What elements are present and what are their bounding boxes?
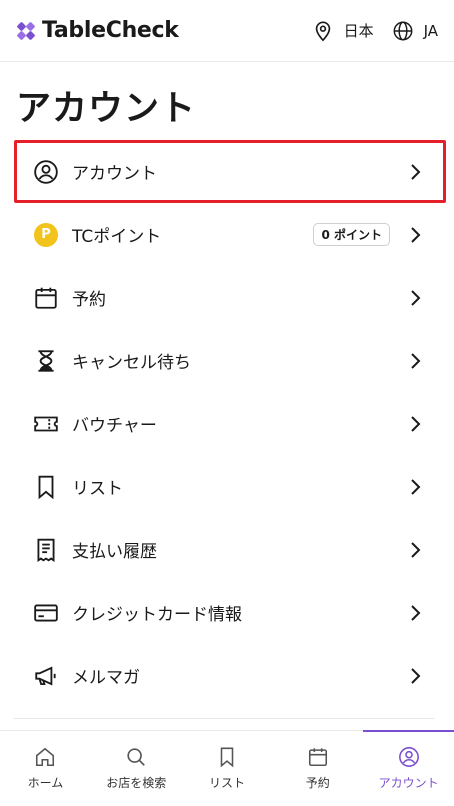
- menu-item-label: バウチャー: [72, 416, 157, 436]
- brand-name: TableCheck: [42, 18, 179, 43]
- menu-item-label: アカウント: [72, 164, 157, 184]
- menu-item-label: 予約: [72, 290, 106, 310]
- menu-item-vouchers[interactable]: バウチャー: [14, 392, 446, 455]
- menu-divider: [14, 718, 434, 719]
- brand-logo[interactable]: TableCheck: [16, 18, 179, 43]
- search-icon: [127, 748, 146, 766]
- bookmark-icon: [220, 747, 234, 768]
- language-selector[interactable]: JA: [392, 20, 438, 42]
- menu-item-tc-points[interactable]: P TCポイント 0 ポイント: [14, 203, 446, 266]
- menu-item-newsletter[interactable]: メルマガ: [14, 644, 446, 707]
- ticket-icon: [32, 410, 60, 438]
- menu-item-credit-card[interactable]: クレジットカード情報: [14, 581, 446, 644]
- hourglass-icon: [32, 347, 60, 375]
- menu-item-waitlist[interactable]: キャンセル待ち: [14, 329, 446, 392]
- points-coin-icon: P: [32, 221, 60, 249]
- menu-item-label: メルマガ: [72, 668, 140, 688]
- coin-glyph: P: [34, 222, 58, 247]
- tab-label: アカウント: [378, 776, 439, 790]
- location-selector[interactable]: 日本: [312, 20, 374, 42]
- menu-item-label: リスト: [72, 479, 123, 499]
- menu-item-label: 支払い履歴: [72, 542, 157, 562]
- menu-item-label: TCポイント: [72, 227, 162, 247]
- menu-item-reservations[interactable]: 予約: [14, 266, 446, 329]
- tab-home[interactable]: ホーム: [0, 731, 91, 806]
- chevron-right-icon: [411, 226, 421, 243]
- calendar-icon: [308, 748, 327, 767]
- page-title: アカウント: [16, 89, 197, 129]
- tab-label: ホーム: [27, 776, 64, 790]
- megaphone-icon: [32, 662, 60, 690]
- bookmark-icon: [32, 473, 60, 501]
- app-header: TableCheck 日本 JA: [0, 0, 454, 62]
- tab-lists[interactable]: リスト: [182, 731, 273, 806]
- menu-item-label: クレジットカード情報: [72, 605, 242, 625]
- tab-reservations[interactable]: 予約: [272, 731, 363, 806]
- account-menu: アカウント P TCポイント 0 ポイント 予約 キャンセル待ち バウチャー リ…: [14, 140, 446, 707]
- map-pin-icon: [315, 20, 330, 41]
- language-label: JA: [423, 21, 438, 40]
- menu-item-label: キャンセル待ち: [72, 353, 191, 373]
- chevron-right-icon: [411, 163, 421, 180]
- tab-label: お店を検索: [106, 776, 167, 790]
- user-circle-icon: [32, 158, 60, 186]
- credit-card-icon: [32, 599, 60, 627]
- home-icon: [36, 747, 55, 767]
- menu-item-payment-history[interactable]: 支払い履歴: [14, 518, 446, 581]
- menu-item-account[interactable]: アカウント: [14, 140, 446, 203]
- chevron-right-icon: [411, 604, 421, 621]
- chevron-right-icon: [411, 415, 421, 432]
- chevron-right-icon: [411, 478, 421, 495]
- globe-icon: [393, 21, 413, 40]
- tab-label: リスト: [208, 776, 245, 790]
- tab-search[interactable]: お店を検索: [91, 731, 182, 806]
- tablecheck-logo-icon: [17, 21, 35, 40]
- bottom-tab-bar: ホーム お店を検索 リスト 予約 アカウント: [0, 730, 454, 806]
- location-label: 日本: [343, 22, 374, 40]
- chevron-right-icon: [411, 352, 421, 369]
- tab-label: 予約: [305, 776, 330, 790]
- chevron-right-icon: [411, 667, 421, 684]
- chevron-right-icon: [411, 541, 421, 558]
- receipt-icon: [32, 536, 60, 564]
- points-badge: 0 ポイント: [313, 223, 390, 246]
- tab-account[interactable]: アカウント: [363, 730, 454, 806]
- user-circle-icon: [398, 747, 419, 767]
- chevron-right-icon: [411, 289, 421, 306]
- calendar-icon: [32, 284, 60, 312]
- menu-item-lists[interactable]: リスト: [14, 455, 446, 518]
